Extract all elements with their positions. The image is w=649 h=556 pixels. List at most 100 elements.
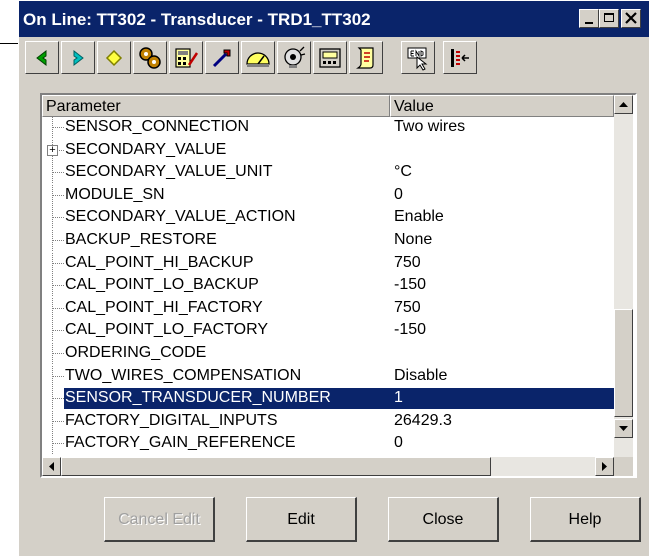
table-row[interactable]: CAL_POINT_HI_FACTORY 750 [42, 297, 614, 319]
tree-branch [53, 420, 64, 422]
parameter-value[interactable]: -150 [394, 321, 426, 339]
scroll-down-button[interactable] [614, 419, 633, 438]
close-window-button[interactable] [621, 9, 641, 28]
sensor-icon [284, 46, 306, 68]
gauge-button[interactable] [241, 41, 275, 74]
wrench-button[interactable] [205, 41, 239, 74]
parameter-value[interactable]: -150 [394, 276, 426, 294]
end-button[interactable] [401, 41, 435, 74]
parameter-value[interactable]: Enable [394, 208, 444, 226]
parameter-value[interactable]: 0 [394, 186, 403, 204]
parameter-value[interactable]: Two wires [394, 118, 465, 136]
column-header-parameter[interactable]: Parameter [42, 95, 390, 117]
cancel-edit-button[interactable]: Cancel Edit [104, 497, 215, 542]
parameter-name: SENSOR_TRANSDUCER_NUMBER [65, 389, 331, 407]
parameter-value[interactable]: 750 [394, 254, 421, 272]
tree-branch [53, 194, 64, 196]
parameter-value[interactable]: 26429.3 [394, 412, 452, 430]
parameter-name: TWO_WIRES_COMPENSATION [65, 366, 302, 384]
scroll-icon [356, 46, 374, 69]
tree-branch [53, 330, 64, 332]
parameter-name: BACKUP_RESTORE [65, 231, 217, 248]
table-row[interactable]: TWO_WIRES_COMPENSATION Disable [42, 365, 614, 387]
sensor-button[interactable] [277, 41, 311, 74]
grid-rows: SENSOR_CONNECTION Two wires + SECONDARY_VAL… [42, 117, 614, 457]
tree-branch [53, 127, 64, 128]
table-row[interactable]: SENSOR_CONNECTION Two wires [42, 117, 614, 138]
edit-button[interactable]: Edit [246, 497, 357, 542]
tree-branch [53, 375, 64, 377]
expand-plus-icon[interactable]: + [47, 144, 58, 156]
table-row[interactable]: + SECONDARY_VALUE [42, 139, 614, 161]
parameter-name: SENSOR_CONNECTION [65, 118, 250, 135]
list-arrow-button[interactable] [443, 41, 477, 74]
selection-highlight [390, 388, 614, 410]
maximize-button[interactable] [599, 9, 619, 28]
table-row[interactable]: MODULE_SN 0 [42, 184, 614, 206]
minimize-icon [585, 22, 593, 24]
parameter-name: CAL_POINT_HI_BACKUP [65, 253, 254, 271]
scroll-button[interactable] [349, 41, 383, 74]
forward-button[interactable] [61, 41, 95, 74]
help-button[interactable]: Help [530, 497, 641, 542]
parameter-value[interactable]: Disable [394, 367, 447, 385]
down-arrow-icon [619, 426, 628, 431]
back-arrow-icon [36, 49, 47, 66]
maximize-icon [604, 13, 614, 22]
calculator-edit-icon [175, 47, 199, 68]
parameter-name: CAL_POINT_LO_FACTORY [65, 321, 269, 339]
table-row[interactable]: ORDERING_CODE [42, 343, 614, 364]
tree-branch [53, 398, 64, 400]
parameter-value[interactable]: 750 [394, 299, 421, 317]
table-row[interactable]: CAL_POINT_HI_BACKUP 750 [42, 252, 614, 274]
table-row[interactable]: SENSOR_TRANSDUCER_NUMBER 1 [42, 388, 614, 410]
table-row[interactable]: CAL_POINT_LO_BACKUP -150 [42, 275, 614, 297]
back-button[interactable] [25, 41, 59, 74]
parameter-name: MODULE_SN [65, 185, 165, 203]
parameter-name: SECONDARY_VALUE_UNIT [65, 163, 273, 181]
window-title: On Line: TT302 - Transducer - TRD1_TT302 [23, 10, 371, 29]
table-row[interactable]: SECONDARY_VALUE_ACTION Enable [42, 207, 614, 229]
parameter-value[interactable]: None [394, 231, 432, 249]
scroll-corner [614, 457, 633, 476]
table-row[interactable]: BACKUP_RESTORE None [42, 230, 614, 251]
scroll-up-button[interactable] [614, 95, 633, 114]
up-arrow-icon [619, 102, 628, 107]
tree-branch [53, 353, 64, 354]
tree-branch [53, 240, 64, 241]
gears-button[interactable] [133, 41, 167, 74]
scroll-left-button[interactable] [42, 457, 61, 476]
parameter-value[interactable]: °C [394, 163, 412, 181]
tree-branch [53, 217, 64, 219]
background-line [0, 43, 18, 44]
display-button[interactable] [313, 41, 347, 74]
parameter-name: FACTORY_DIGITAL_INPUTS [65, 411, 278, 429]
tree-branch [53, 285, 64, 287]
parameter-name: ORDERING_CODE [65, 344, 207, 361]
table-row[interactable]: SECONDARY_VALUE_UNIT °C [42, 162, 614, 184]
parameter-value[interactable]: 0 [394, 434, 403, 452]
horizontal-scrollbar[interactable] [42, 457, 614, 476]
table-row[interactable]: CAL_POINT_LO_FACTORY -150 [42, 320, 614, 342]
parameter-name: SECONDARY_VALUE [65, 140, 227, 158]
gauge-icon [246, 51, 270, 67]
parameter-name: SECONDARY_VALUE_ACTION [65, 208, 296, 226]
tree-branch [53, 307, 64, 309]
table-row[interactable]: FACTORY_GAIN_REFERENCE 0 [42, 433, 614, 455]
diamond-button[interactable] [97, 41, 131, 74]
scroll-right-button[interactable] [595, 457, 614, 476]
close-button[interactable]: Close [388, 497, 499, 542]
horizontal-scroll-thumb[interactable] [61, 457, 491, 476]
calc-edit-button[interactable] [169, 41, 203, 74]
grid-header: Parameter Value [42, 95, 614, 117]
left-arrow-icon [49, 462, 54, 471]
table-row[interactable]: FACTORY_DIGITAL_INPUTS 26429.3 [42, 410, 614, 432]
minimize-button[interactable] [579, 9, 599, 28]
column-header-value[interactable]: Value [390, 95, 614, 117]
vertical-scroll-thumb[interactable] [614, 309, 633, 417]
end-cursor-icon [407, 47, 428, 71]
title-bar[interactable]: On Line: TT302 - Transducer - TRD1_TT302 [19, 1, 649, 37]
parameter-value[interactable]: 1 [394, 389, 403, 407]
parameter-name: FACTORY_GAIN_REFERENCE [65, 434, 296, 452]
vertical-scrollbar[interactable] [614, 95, 633, 457]
